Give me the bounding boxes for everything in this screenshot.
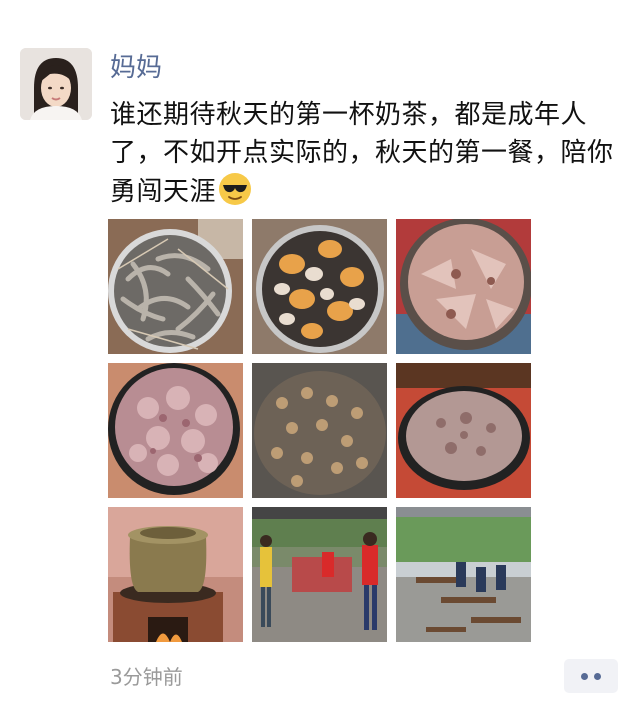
sunglasses-emoji-icon	[219, 173, 252, 205]
shrimp-photo[interactable]	[108, 219, 243, 354]
more-actions-button[interactable]	[564, 659, 618, 693]
outdoor-cooking-photo[interactable]	[252, 507, 387, 642]
clay-pot-stove-photo[interactable]	[108, 507, 243, 642]
avatar-image	[20, 48, 92, 120]
photo-grid	[108, 219, 532, 643]
author-name[interactable]: 妈妈	[110, 52, 162, 84]
post-text: 谁还期待秋天的第一杯奶茶，都是成年人了，不如开点实际的，秋天的第一餐，陪你勇闯天…	[110, 96, 620, 211]
raw-meat-bowl-photo[interactable]	[396, 219, 531, 354]
crabs-photo[interactable]	[252, 219, 387, 354]
pan-stew-photo[interactable]	[396, 363, 531, 498]
avatar[interactable]	[20, 48, 92, 120]
post-text-body: 谁还期待秋天的第一杯奶茶，都是成年人了，不如开点实际的，秋天的第一餐，陪你勇闯天…	[110, 100, 614, 207]
post-timestamp: 3分钟前	[110, 665, 183, 689]
more-dot-icon	[581, 672, 588, 680]
outdoor-tables-photo[interactable]	[396, 507, 531, 642]
wok-stir-fry-photo[interactable]	[252, 363, 387, 498]
more-dot-icon	[594, 672, 601, 680]
pork-bowl-photo[interactable]	[108, 363, 243, 498]
